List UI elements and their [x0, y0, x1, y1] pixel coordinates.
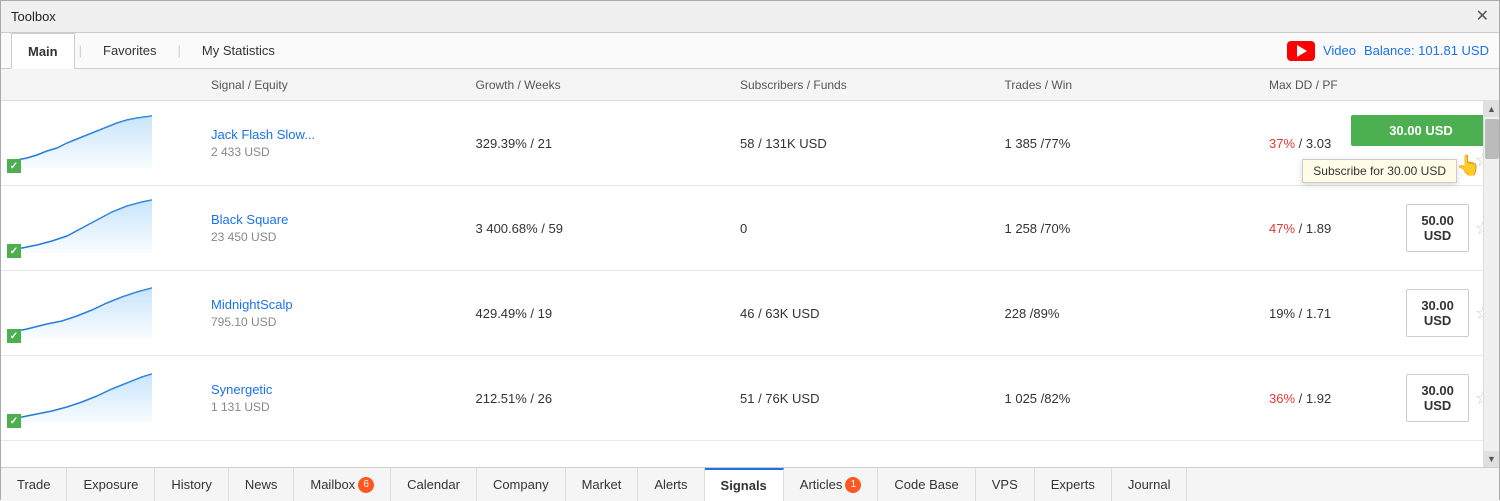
titlebar-title: Toolbox	[11, 9, 56, 24]
close-button[interactable]: ✕	[1476, 9, 1489, 25]
bottom-tabbar: Trade Exposure History News Mailbox6 Cal…	[1, 467, 1499, 501]
growth-weeks: 329.39% / 21	[466, 136, 731, 151]
growth-weeks: 3 400.68% / 59	[466, 221, 731, 236]
chart-cell	[1, 101, 201, 185]
subscribers-funds: 0	[730, 221, 995, 236]
max-dd-value: 47%	[1269, 221, 1295, 236]
chart-wrapper	[7, 198, 167, 258]
name-cell: Synergetic 1 131 USD	[201, 382, 466, 414]
signal-equity: 795.10 USD	[211, 315, 456, 329]
tab-code-base[interactable]: Code Base	[878, 468, 975, 501]
tab-history[interactable]: History	[155, 468, 228, 501]
tab-my-statistics[interactable]: My Statistics	[185, 33, 292, 69]
chart-wrapper	[7, 368, 167, 428]
mini-chart	[7, 283, 152, 338]
subscribers-funds: 58 / 131K USD	[730, 136, 995, 151]
mini-chart	[7, 368, 152, 423]
growth-weeks: 429.49% / 19	[466, 306, 731, 321]
chart-checkbox[interactable]	[7, 244, 21, 258]
column-headers: Signal / Equity Growth / Weeks Subscribe…	[1, 69, 1499, 101]
tab-calendar[interactable]: Calendar	[391, 468, 477, 501]
col-signal-equity: Signal / Equity	[201, 78, 466, 92]
tab-exposure[interactable]: Exposure	[67, 468, 155, 501]
tab-alerts[interactable]: Alerts	[638, 468, 704, 501]
col-trades-win: Trades / Win	[995, 78, 1260, 92]
price-button[interactable]: 30.00 USD	[1406, 374, 1469, 422]
signal-name-link[interactable]: Synergetic	[211, 382, 272, 397]
mini-chart	[7, 198, 152, 253]
subscribers-funds: 51 / 76K USD	[730, 391, 995, 406]
chart-checkbox[interactable]	[7, 414, 21, 428]
chart-cell	[1, 356, 201, 440]
scroll-down-arrow[interactable]: ▼	[1484, 451, 1500, 467]
tab-favorites[interactable]: Favorites	[86, 33, 173, 69]
price-button[interactable]: 50.00 USD	[1406, 204, 1469, 252]
chart-wrapper	[7, 283, 167, 343]
tab-signals[interactable]: Signals	[705, 468, 784, 501]
titlebar: Toolbox ✕	[1, 1, 1499, 33]
trades-win: 1 025 /82%	[995, 391, 1260, 406]
tab-divider: |	[79, 43, 82, 58]
mailbox-badge: 6	[358, 477, 374, 493]
signal-equity: 23 450 USD	[211, 230, 456, 244]
tab-company[interactable]: Company	[477, 468, 566, 501]
table-row: Black Square 23 450 USD 3 400.68% / 59 0…	[1, 186, 1499, 271]
signal-name-link[interactable]: Jack Flash Slow...	[211, 127, 315, 142]
main-tabs: Main | Favorites | My Statistics	[11, 33, 292, 69]
trades-win: 1 258 /70%	[995, 221, 1260, 236]
tab-mailbox[interactable]: Mailbox6	[294, 468, 391, 501]
price-button[interactable]: 30.00 USD	[1406, 289, 1469, 337]
col-growth-weeks: Growth / Weeks	[466, 78, 731, 92]
video-link[interactable]: Video	[1323, 43, 1356, 58]
tab-experts[interactable]: Experts	[1035, 468, 1112, 501]
signal-name-link[interactable]: Black Square	[211, 212, 288, 227]
tab-trade[interactable]: Trade	[1, 468, 67, 501]
subscribers-funds: 46 / 63K USD	[730, 306, 995, 321]
scroll-thumb[interactable]	[1485, 119, 1499, 159]
mini-chart	[7, 113, 152, 168]
signal-name-link[interactable]: MidnightScalp	[211, 297, 293, 312]
table-row: Jack Flash Slow... 2 433 USD 329.39% / 2…	[1, 101, 1499, 186]
subscribe-tooltip: Subscribe for 30.00 USD	[1302, 159, 1457, 183]
max-dd-value: 37%	[1269, 136, 1295, 151]
chart-wrapper	[7, 113, 167, 173]
tab-vps[interactable]: VPS	[976, 468, 1035, 501]
name-cell: Jack Flash Slow... 2 433 USD	[201, 127, 466, 159]
table-row: Synergetic 1 131 USD 212.51% / 26 51 / 7…	[1, 356, 1499, 441]
balance-link[interactable]: Balance: 101.81 USD	[1364, 43, 1489, 58]
scrollbar[interactable]: ▲ ▼	[1483, 101, 1499, 467]
subscribe-button[interactable]: 30.00 USD	[1351, 115, 1491, 146]
col-subscribers-funds: Subscribers / Funds	[730, 78, 995, 92]
table-row: MidnightScalp 795.10 USD 429.49% / 19 46…	[1, 271, 1499, 356]
scroll-up-arrow[interactable]: ▲	[1484, 101, 1500, 117]
col-max-dd-pf: Max DD / PF	[1259, 78, 1459, 92]
trades-win: 1 385 /77%	[995, 136, 1260, 151]
chart-checkbox[interactable]	[7, 329, 21, 343]
content-area: Jack Flash Slow... 2 433 USD 329.39% / 2…	[1, 101, 1499, 467]
youtube-icon	[1287, 41, 1315, 61]
tab-divider2: |	[177, 43, 180, 58]
tab-market[interactable]: Market	[566, 468, 639, 501]
chart-cell	[1, 186, 201, 270]
trades-win: 228 /89%	[995, 306, 1260, 321]
growth-weeks: 212.51% / 26	[466, 391, 731, 406]
signals-list: Jack Flash Slow... 2 433 USD 329.39% / 2…	[1, 101, 1499, 467]
signal-equity: 2 433 USD	[211, 145, 456, 159]
tabbar-right: Video Balance: 101.81 USD	[1287, 41, 1489, 61]
tab-main[interactable]: Main	[11, 33, 75, 69]
tab-journal[interactable]: Journal	[1112, 468, 1188, 501]
scroll-track	[1484, 117, 1499, 451]
articles-badge: 1	[845, 477, 861, 493]
chart-checkbox[interactable]	[7, 159, 21, 173]
tab-articles[interactable]: Articles1	[784, 468, 879, 501]
name-cell: MidnightScalp 795.10 USD	[201, 297, 466, 329]
tab-news[interactable]: News	[229, 468, 295, 501]
main-tabbar: Main | Favorites | My Statistics Video B…	[1, 33, 1499, 69]
signal-equity: 1 131 USD	[211, 400, 456, 414]
name-cell: Black Square 23 450 USD	[201, 212, 466, 244]
max-dd-value: 36%	[1269, 391, 1295, 406]
chart-cell	[1, 271, 201, 355]
